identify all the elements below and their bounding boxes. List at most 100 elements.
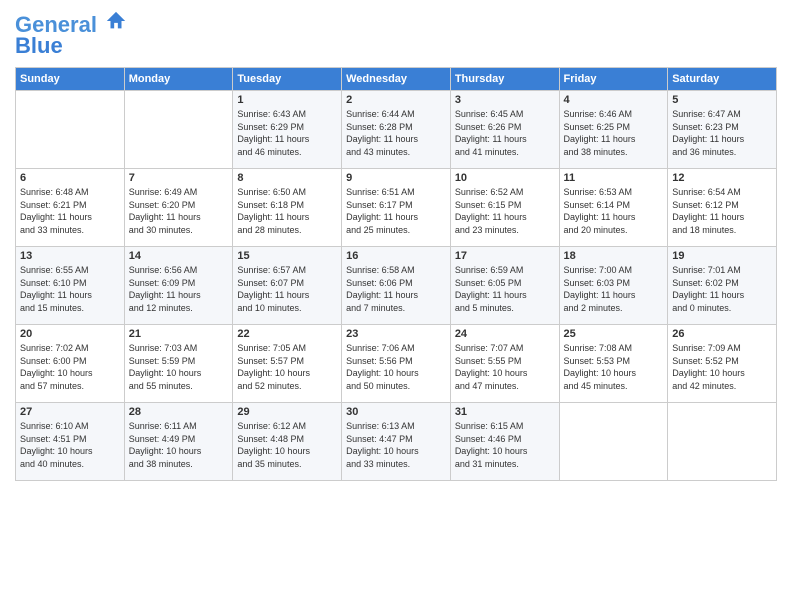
day-number: 12: [672, 172, 772, 184]
calendar-week-row: 20 Sunrise: 7:02 AM Sunset: 6:00 PM Dayli…: [16, 325, 777, 403]
calendar-cell: 20 Sunrise: 7:02 AM Sunset: 6:00 PM Dayli…: [16, 325, 125, 403]
calendar-cell: 18 Sunrise: 7:00 AM Sunset: 6:03 PM Dayli…: [559, 247, 668, 325]
logo: General Blue: [15, 10, 127, 59]
calendar-cell: 4 Sunrise: 6:46 AM Sunset: 6:25 PM Daylig…: [559, 91, 668, 169]
day-info: Sunrise: 6:12 AM Sunset: 4:48 PM Dayligh…: [237, 420, 337, 470]
day-info: Sunrise: 6:56 AM Sunset: 6:09 PM Dayligh…: [129, 264, 229, 314]
day-number: 24: [455, 328, 555, 340]
day-number: 27: [20, 406, 120, 418]
calendar-cell: 7 Sunrise: 6:49 AM Sunset: 6:20 PM Daylig…: [124, 169, 233, 247]
calendar-cell: 16 Sunrise: 6:58 AM Sunset: 6:06 PM Dayli…: [342, 247, 451, 325]
day-number: 4: [564, 94, 664, 106]
day-info: Sunrise: 7:07 AM Sunset: 5:55 PM Dayligh…: [455, 342, 555, 392]
day-info: Sunrise: 6:59 AM Sunset: 6:05 PM Dayligh…: [455, 264, 555, 314]
day-info: Sunrise: 6:49 AM Sunset: 6:20 PM Dayligh…: [129, 186, 229, 236]
calendar-cell: 6 Sunrise: 6:48 AM Sunset: 6:21 PM Daylig…: [16, 169, 125, 247]
calendar-cell: 14 Sunrise: 6:56 AM Sunset: 6:09 PM Dayli…: [124, 247, 233, 325]
day-info: Sunrise: 7:05 AM Sunset: 5:57 PM Dayligh…: [237, 342, 337, 392]
day-number: 15: [237, 250, 337, 262]
day-info: Sunrise: 6:51 AM Sunset: 6:17 PM Dayligh…: [346, 186, 446, 236]
day-info: Sunrise: 6:58 AM Sunset: 6:06 PM Dayligh…: [346, 264, 446, 314]
weekday-header-tuesday: Tuesday: [233, 68, 342, 91]
day-number: 18: [564, 250, 664, 262]
calendar-week-row: 27 Sunrise: 6:10 AM Sunset: 4:51 PM Dayli…: [16, 403, 777, 481]
day-info: Sunrise: 7:09 AM Sunset: 5:52 PM Dayligh…: [672, 342, 772, 392]
day-number: 14: [129, 250, 229, 262]
header: General Blue: [15, 10, 777, 59]
day-number: 25: [564, 328, 664, 340]
day-info: Sunrise: 6:15 AM Sunset: 4:46 PM Dayligh…: [455, 420, 555, 470]
day-number: 1: [237, 94, 337, 106]
day-info: Sunrise: 6:44 AM Sunset: 6:28 PM Dayligh…: [346, 108, 446, 158]
day-number: 11: [564, 172, 664, 184]
day-number: 19: [672, 250, 772, 262]
weekday-header-monday: Monday: [124, 68, 233, 91]
day-info: Sunrise: 7:03 AM Sunset: 5:59 PM Dayligh…: [129, 342, 229, 392]
calendar-cell: 2 Sunrise: 6:44 AM Sunset: 6:28 PM Daylig…: [342, 91, 451, 169]
calendar-cell: 13 Sunrise: 6:55 AM Sunset: 6:10 PM Dayli…: [16, 247, 125, 325]
calendar-cell: 25Sunrise: 7:08 AM Sunset: 5:53 PM Dayli…: [559, 325, 668, 403]
day-info: Sunrise: 6:13 AM Sunset: 4:47 PM Dayligh…: [346, 420, 446, 470]
day-info: Sunrise: 6:48 AM Sunset: 6:21 PM Dayligh…: [20, 186, 120, 236]
day-info: Sunrise: 6:45 AM Sunset: 6:26 PM Dayligh…: [455, 108, 555, 158]
day-number: 30: [346, 406, 446, 418]
day-info: Sunrise: 6:52 AM Sunset: 6:15 PM Dayligh…: [455, 186, 555, 236]
calendar-cell: 26Sunrise: 7:09 AM Sunset: 5:52 PM Dayli…: [668, 325, 777, 403]
day-number: 31: [455, 406, 555, 418]
day-number: 29: [237, 406, 337, 418]
calendar-cell: 10 Sunrise: 6:52 AM Sunset: 6:15 PM Dayli…: [450, 169, 559, 247]
weekday-header-thursday: Thursday: [450, 68, 559, 91]
day-number: 13: [20, 250, 120, 262]
day-number: 5: [672, 94, 772, 106]
day-number: 23: [346, 328, 446, 340]
calendar-cell: 23 Sunrise: 7:06 AM Sunset: 5:56 PM Dayli…: [342, 325, 451, 403]
weekday-header-sunday: Sunday: [16, 68, 125, 91]
day-number: 20: [20, 328, 120, 340]
day-number: 22: [237, 328, 337, 340]
day-number: 10: [455, 172, 555, 184]
calendar-cell: 17 Sunrise: 6:59 AM Sunset: 6:05 PM Dayli…: [450, 247, 559, 325]
calendar-cell: 24 Sunrise: 7:07 AM Sunset: 5:55 PM Dayli…: [450, 325, 559, 403]
day-info: Sunrise: 6:11 AM Sunset: 4:49 PM Dayligh…: [129, 420, 229, 470]
day-number: 2: [346, 94, 446, 106]
day-number: 16: [346, 250, 446, 262]
calendar-cell: 27 Sunrise: 6:10 AM Sunset: 4:51 PM Dayli…: [16, 403, 125, 481]
calendar-cell: 28 Sunrise: 6:11 AM Sunset: 4:49 PM Dayli…: [124, 403, 233, 481]
day-number: 28: [129, 406, 229, 418]
calendar-cell: 31 Sunrise: 6:15 AM Sunset: 4:46 PM Dayli…: [450, 403, 559, 481]
day-number: 6: [20, 172, 120, 184]
day-number: 17: [455, 250, 555, 262]
day-info: Sunrise: 6:43 AM Sunset: 6:29 PM Dayligh…: [237, 108, 337, 158]
day-info: Sunrise: 6:47 AM Sunset: 6:23 PM Dayligh…: [672, 108, 772, 158]
calendar-table: SundayMondayTuesdayWednesdayThursdayFrid…: [15, 67, 777, 481]
day-number: 8: [237, 172, 337, 184]
calendar-cell: 19 Sunrise: 7:01 AM Sunset: 6:02 PM Dayli…: [668, 247, 777, 325]
calendar-cell: 1 Sunrise: 6:43 AM Sunset: 6:29 PM Daylig…: [233, 91, 342, 169]
day-info: Sunrise: 6:10 AM Sunset: 4:51 PM Dayligh…: [20, 420, 120, 470]
main-container: General Blue SundayMondayTuesdayWednesda…: [0, 0, 792, 486]
calendar-cell: [668, 403, 777, 481]
weekday-header-row: SundayMondayTuesdayWednesdayThursdayFrid…: [16, 68, 777, 91]
weekday-header-wednesday: Wednesday: [342, 68, 451, 91]
calendar-cell: 29 Sunrise: 6:12 AM Sunset: 4:48 PM Dayli…: [233, 403, 342, 481]
calendar-cell: 11 Sunrise: 6:53 AM Sunset: 6:14 PM Dayli…: [559, 169, 668, 247]
calendar-cell: 3Sunrise: 6:45 AM Sunset: 6:26 PM Daylig…: [450, 91, 559, 169]
calendar-cell: 5 Sunrise: 6:47 AM Sunset: 6:23 PM Daylig…: [668, 91, 777, 169]
day-info: Sunrise: 6:46 AM Sunset: 6:25 PM Dayligh…: [564, 108, 664, 158]
calendar-cell: 21 Sunrise: 7:03 AM Sunset: 5:59 PM Dayli…: [124, 325, 233, 403]
day-info: Sunrise: 6:57 AM Sunset: 6:07 PM Dayligh…: [237, 264, 337, 314]
calendar-cell: 8Sunrise: 6:50 AM Sunset: 6:18 PM Daylig…: [233, 169, 342, 247]
day-number: 7: [129, 172, 229, 184]
calendar-cell: 22 Sunrise: 7:05 AM Sunset: 5:57 PM Dayli…: [233, 325, 342, 403]
day-info: Sunrise: 6:54 AM Sunset: 6:12 PM Dayligh…: [672, 186, 772, 236]
calendar-cell: [559, 403, 668, 481]
calendar-week-row: 6 Sunrise: 6:48 AM Sunset: 6:21 PM Daylig…: [16, 169, 777, 247]
day-info: Sunrise: 7:06 AM Sunset: 5:56 PM Dayligh…: [346, 342, 446, 392]
day-number: 21: [129, 328, 229, 340]
day-info: Sunrise: 6:53 AM Sunset: 6:14 PM Dayligh…: [564, 186, 664, 236]
day-info: Sunrise: 6:55 AM Sunset: 6:10 PM Dayligh…: [20, 264, 120, 314]
day-info: Sunrise: 7:01 AM Sunset: 6:02 PM Dayligh…: [672, 264, 772, 314]
day-info: Sunrise: 7:02 AM Sunset: 6:00 PM Dayligh…: [20, 342, 120, 392]
day-info: Sunrise: 7:00 AM Sunset: 6:03 PM Dayligh…: [564, 264, 664, 314]
day-number: 9: [346, 172, 446, 184]
